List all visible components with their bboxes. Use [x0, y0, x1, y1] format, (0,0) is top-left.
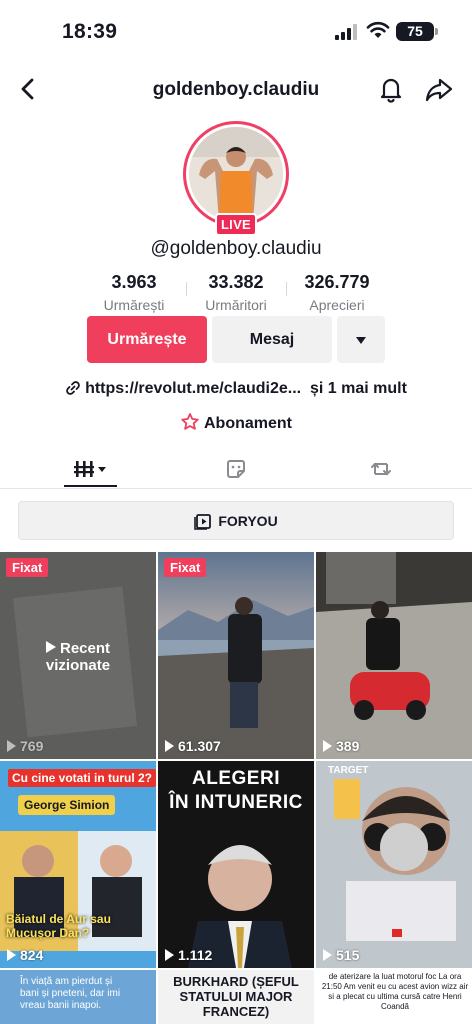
subscription-label: Abonament: [204, 415, 292, 432]
tab-reposts[interactable]: [363, 452, 399, 486]
tab-stickers[interactable]: [218, 452, 254, 486]
video-caption: Cu cine votati in turul 2?: [8, 769, 156, 787]
status-bar: 18:39 75: [0, 0, 472, 60]
subscription-link[interactable]: Abonament: [0, 412, 472, 433]
video-thumbnail[interactable]: BURKHARD (ȘEFUL STATULUI MAJOR FRANCEZ): [158, 970, 314, 1024]
star-badge-icon: [181, 413, 199, 430]
cellular-signal-icon: [335, 24, 359, 40]
video-thumbnail[interactable]: TARGET 515: [316, 761, 472, 968]
link-icon: [66, 381, 80, 395]
bio-link-more: și 1 mai mult: [310, 380, 407, 397]
view-count: 1.112: [165, 947, 212, 963]
video-caption: Băiatul de Aur sau Mucușor Dan?: [6, 912, 111, 940]
bio-link-url: https://revolut.me/claudi2e...: [85, 380, 302, 397]
video-thumbnail[interactable]: Cu cine votati in turul 2? George Simion…: [0, 761, 156, 968]
play-icon: [323, 949, 332, 961]
divider: [0, 488, 472, 489]
video-headline: ALEGERI ÎN INTUNERIC: [169, 768, 303, 813]
stat-likes[interactable]: 326.779 Aprecieri: [277, 272, 397, 313]
play-icon: [323, 740, 332, 752]
stat-likes-label: Aprecieri: [309, 297, 365, 313]
play-icon: [45, 641, 56, 653]
video-headline: BURKHARD (ȘEFUL STATULUI MAJOR FRANCEZ): [173, 974, 299, 1019]
video-caption: În viață am pierdut și bani și pneteni, d…: [20, 976, 121, 1011]
target-label: TARGET: [328, 765, 369, 776]
video-caption: de aterizare la luat motorul foc La ora …: [321, 972, 469, 1011]
video-thumbnail[interactable]: 389: [316, 552, 472, 759]
playlist-label: FORYOU: [218, 512, 278, 529]
view-count: 824: [7, 947, 43, 963]
playlist-icon: [194, 513, 212, 530]
video-thumbnail[interactable]: Fixat 61.307: [158, 552, 314, 759]
pinned-badge: Fixat: [6, 558, 49, 577]
grid-videos-icon: [73, 461, 106, 477]
active-tab-indicator: [64, 485, 117, 487]
bio-link[interactable]: https://revolut.me/claudi2e... și 1 mai …: [0, 380, 472, 398]
video-thumbnail[interactable]: ALEGERI ÎN INTUNERIC 1.112: [158, 761, 314, 968]
avatar-image: [189, 127, 283, 221]
caret-down-icon: [356, 337, 366, 344]
sticker-icon: [227, 460, 245, 478]
play-icon: [165, 740, 174, 752]
view-count: 769: [7, 738, 43, 754]
message-button[interactable]: Mesaj: [212, 316, 332, 363]
view-count: 389: [323, 738, 359, 754]
wifi-icon: [366, 21, 390, 38]
recently-viewed-label: Recent vizionate: [45, 640, 111, 674]
live-badge[interactable]: LIVE: [215, 213, 257, 236]
play-icon: [7, 740, 16, 752]
profile-avatar[interactable]: [183, 121, 289, 227]
view-count: 515: [323, 947, 359, 963]
profile-handle: @goldenboy.claudiu: [150, 238, 322, 259]
suggested-accounts-button[interactable]: [337, 316, 385, 363]
playlist-foryou[interactable]: FORYOU: [18, 501, 454, 540]
play-icon: [165, 949, 174, 961]
tab-videos[interactable]: [64, 452, 117, 486]
video-caption: George Simion: [18, 795, 116, 815]
view-count: 61.307: [165, 738, 221, 754]
stat-likes-value: 326.779: [304, 272, 370, 292]
video-thumbnail[interactable]: Fixat Recent vizionate 769: [0, 552, 156, 759]
video-thumbnail[interactable]: de aterizare la luat motorul foc La ora …: [316, 970, 472, 1024]
follow-button[interactable]: Urmărește: [87, 316, 207, 363]
battery-indicator: 75: [396, 22, 438, 41]
status-time: 18:39: [62, 20, 118, 43]
share-icon[interactable]: [424, 74, 454, 104]
video-thumbnail[interactable]: În viață am pierdut și bani și pneteni, d…: [0, 970, 156, 1024]
repost-icon: [371, 462, 391, 476]
bell-icon[interactable]: [376, 74, 406, 104]
pinned-badge: Fixat: [164, 558, 207, 577]
play-icon: [7, 949, 16, 961]
